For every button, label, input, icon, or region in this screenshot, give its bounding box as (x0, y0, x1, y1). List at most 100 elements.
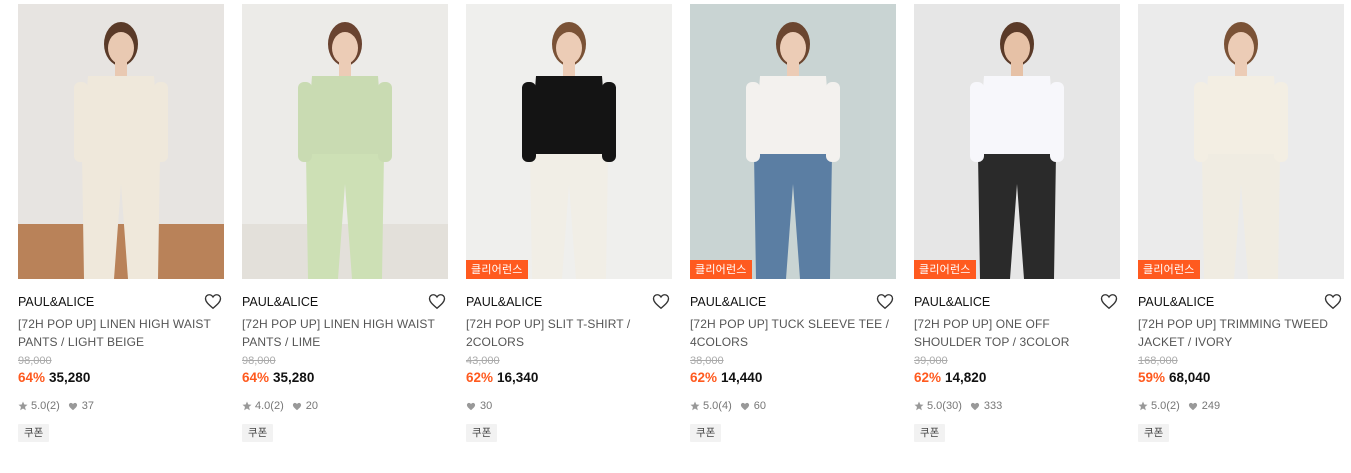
product-card[interactable]: 클리어런스 PAUL&ALICE [72H POP UP] ONE OFF SH… (914, 4, 1120, 442)
discount-rate: 59% (1138, 370, 1166, 385)
coupon-tag: 쿠폰 (242, 424, 274, 442)
wishlist-heart-icon[interactable] (1324, 293, 1342, 310)
coupon-tag: 쿠폰 (914, 424, 946, 442)
star-icon (242, 401, 252, 411)
model-photo (242, 4, 448, 279)
like-count: 249 (1201, 400, 1221, 412)
product-image[interactable]: 클리어런스 (466, 4, 672, 279)
sale-price: 68,040 (1169, 370, 1211, 385)
product-image[interactable] (18, 4, 224, 279)
sale-price: 14,440 (721, 370, 763, 385)
wishlist-heart-icon[interactable] (204, 293, 222, 310)
star-icon (1138, 401, 1148, 411)
like-count: 60 (753, 400, 766, 412)
review-meta: 5.0 (30) 333 (914, 399, 1120, 413)
review-meta: 5.0 (2) 249 (1138, 399, 1344, 413)
like-heart-icon (970, 402, 979, 410)
review-count: (30) (942, 400, 962, 412)
product-name-line[interactable]: PANTS / LIME (242, 333, 448, 351)
star-icon (914, 401, 924, 411)
like-heart-icon (68, 402, 77, 410)
product-card[interactable]: 클리어런스 PAUL&ALICE [72H POP UP] TRIMMING T… (1138, 4, 1344, 442)
product-card[interactable]: 클리어런스 PAUL&ALICE [72H POP UP] SLIT T-SHI… (466, 4, 672, 442)
review-meta: 5.0 (2) 37 (18, 399, 224, 413)
original-price: 98,000 (18, 355, 52, 367)
product-name-line[interactable]: [72H POP UP] LINEN HIGH WAIST (18, 315, 224, 333)
discount-rate: 62% (466, 370, 494, 385)
coupon-tag: 쿠폰 (1138, 424, 1170, 442)
review-count: (2) (46, 400, 60, 412)
product-name-line[interactable]: [72H POP UP] LINEN HIGH WAIST (242, 315, 448, 333)
product-name[interactable]: [72H POP UP] LINEN HIGH WAIST PANTS / LI… (18, 315, 224, 351)
product-name[interactable]: [72H POP UP] TRIMMING TWEED JACKET / IVO… (1138, 315, 1344, 351)
product-name-line[interactable]: PANTS / LIGHT BEIGE (18, 333, 224, 351)
product-image[interactable]: 클리어런스 (1138, 4, 1344, 279)
product-name-line[interactable]: [72H POP UP] TUCK SLEEVE TEE / (690, 315, 896, 333)
model-photo (18, 4, 224, 279)
wishlist-heart-icon[interactable] (428, 293, 446, 310)
brand-name[interactable]: PAUL&ALICE (18, 295, 94, 309)
product-image[interactable]: 클리어런스 (914, 4, 1120, 279)
original-price: 43,000 (466, 355, 500, 367)
original-price: 168,000 (1138, 355, 1178, 367)
discount-rate: 64% (18, 370, 46, 385)
like-count: 30 (480, 400, 493, 412)
wishlist-heart-icon[interactable] (876, 293, 894, 310)
product-image[interactable] (242, 4, 448, 279)
star-icon (18, 401, 28, 411)
rating-value: 5.0 (703, 400, 719, 412)
like-heart-icon (292, 402, 301, 410)
product-name-line[interactable]: 4COLORS (690, 333, 896, 351)
clearance-badge: 클리어런스 (1138, 260, 1200, 279)
review-count: (2) (1166, 400, 1180, 412)
like-heart-icon (740, 402, 749, 410)
product-name[interactable]: [72H POP UP] LINEN HIGH WAIST PANTS / LI… (242, 315, 448, 351)
discount-rate: 62% (914, 370, 942, 385)
sale-price: 35,280 (49, 370, 91, 385)
product-name-line[interactable]: [72H POP UP] SLIT T-SHIRT / (466, 315, 672, 333)
brand-name[interactable]: PAUL&ALICE (1138, 295, 1214, 309)
model-photo (1138, 4, 1344, 279)
product-card[interactable]: PAUL&ALICE [72H POP UP] LINEN HIGH WAIST… (18, 4, 224, 442)
product-name[interactable]: [72H POP UP] ONE OFF SHOULDER TOP / 3COL… (914, 315, 1120, 351)
wishlist-heart-icon[interactable] (652, 293, 670, 310)
review-meta: 5.0 (4) 60 (690, 399, 896, 413)
product-name-line[interactable]: 2COLORS (466, 333, 672, 351)
review-count: (2) (270, 400, 284, 412)
product-name-line[interactable]: JACKET / IVORY (1138, 333, 1344, 351)
discount-rate: 62% (690, 370, 718, 385)
product-card[interactable]: 클리어런스 PAUL&ALICE [72H POP UP] TUCK SLEEV… (690, 4, 896, 442)
original-price: 38,000 (690, 355, 724, 367)
product-name-line[interactable]: [72H POP UP] ONE OFF (914, 315, 1120, 333)
product-name[interactable]: [72H POP UP] SLIT T-SHIRT / 2COLORS (466, 315, 672, 351)
product-name-line[interactable]: SHOULDER TOP / 3COLOR (914, 333, 1120, 351)
brand-name[interactable]: PAUL&ALICE (242, 295, 318, 309)
coupon-tag: 쿠폰 (18, 424, 50, 442)
product-name-line[interactable]: [72H POP UP] TRIMMING TWEED (1138, 315, 1344, 333)
clearance-badge: 클리어런스 (466, 260, 528, 279)
discount-rate: 64% (242, 370, 270, 385)
coupon-tag: 쿠폰 (690, 424, 722, 442)
sale-price: 14,820 (945, 370, 987, 385)
star-icon (690, 401, 700, 411)
rating-value: 5.0 (1151, 400, 1167, 412)
like-heart-icon (1188, 402, 1197, 410)
sale-price: 16,340 (497, 370, 539, 385)
clearance-badge: 클리어런스 (914, 260, 976, 279)
rating-value: 4.0 (255, 400, 271, 412)
product-card[interactable]: PAUL&ALICE [72H POP UP] LINEN HIGH WAIST… (242, 4, 448, 442)
model-photo (466, 4, 672, 279)
wishlist-heart-icon[interactable] (1100, 293, 1118, 310)
model-photo (690, 4, 896, 279)
like-count: 333 (983, 400, 1003, 412)
brand-name[interactable]: PAUL&ALICE (914, 295, 990, 309)
rating-value: 5.0 (31, 400, 47, 412)
brand-name[interactable]: PAUL&ALICE (690, 295, 766, 309)
coupon-tag: 쿠폰 (466, 424, 498, 442)
sale-price: 35,280 (273, 370, 315, 385)
brand-name[interactable]: PAUL&ALICE (466, 295, 542, 309)
review-meta: 30 (466, 399, 672, 413)
like-heart-icon (466, 402, 476, 410)
product-name[interactable]: [72H POP UP] TUCK SLEEVE TEE / 4COLORS (690, 315, 896, 351)
product-image[interactable]: 클리어런스 (690, 4, 896, 279)
